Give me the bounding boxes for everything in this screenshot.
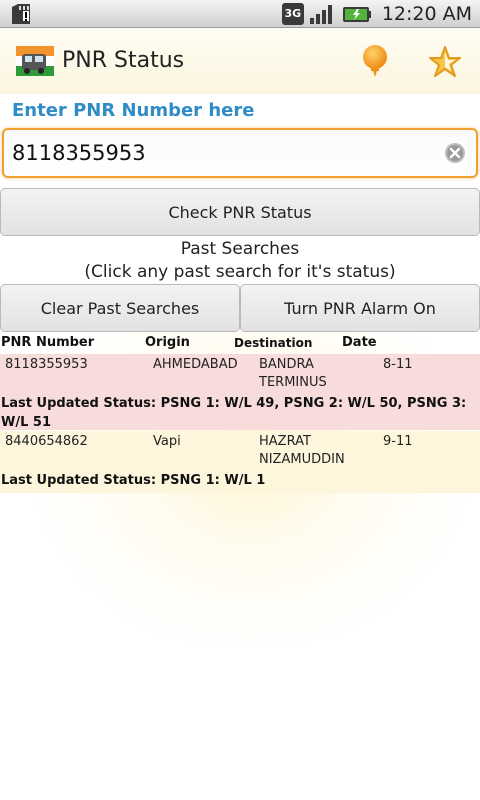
pnr-label: Enter PNR Number here	[12, 100, 255, 121]
network-3g-icon: 3G	[281, 3, 304, 25]
signal-strength-icon	[309, 5, 332, 24]
table-row[interactable]: 8118355953 AHMEDABAD BANDRA TERMINUS 8-1…	[0, 354, 480, 430]
row-date: 9-11	[383, 434, 413, 449]
row-status: Last Updated Status: PSNG 1: W/L 1	[1, 473, 266, 488]
sd-card-warning-icon	[12, 4, 30, 24]
row-pnr: 8440654862	[5, 434, 88, 449]
train-app-icon	[16, 46, 54, 76]
header-pnr: PNR Number	[1, 335, 95, 350]
header-destination: Destination	[234, 336, 313, 350]
row-pnr: 8118355953	[5, 357, 88, 372]
pnr-input[interactable]	[12, 138, 432, 168]
network-type-label: 3G	[284, 7, 302, 20]
battery-icon	[342, 7, 371, 22]
status-bar: 3G 12:20 AM	[0, 0, 480, 28]
row-destination-line2: NIZAMUDDIN	[259, 452, 345, 467]
past-searches-subtitle: (Click any past search for it's status)	[84, 262, 396, 282]
bulb-icon[interactable]	[360, 43, 390, 79]
clear-input-icon[interactable]	[444, 142, 466, 164]
app-title: PNR Status	[62, 48, 185, 73]
check-pnr-button[interactable]: Check PNR Status	[0, 188, 480, 236]
header-date: Date	[342, 335, 377, 350]
row-origin: AHMEDABAD	[153, 357, 238, 372]
title-bar: PNR Status	[0, 28, 480, 94]
past-searches-title: Past Searches	[180, 239, 300, 259]
header-origin: Origin	[145, 335, 190, 350]
row-origin: Vapi	[153, 434, 181, 449]
row-date: 8-11	[383, 357, 413, 372]
row-destination-line2: TERMINUS	[259, 375, 327, 390]
row-status: Last Updated Status: PSNG 1: W/L 49, PSN…	[1, 396, 467, 430]
row-destination-line1: HAZRAT	[259, 434, 311, 449]
pnr-input-container[interactable]	[2, 128, 478, 178]
row-destination-line1: BANDRA	[259, 357, 314, 372]
table-row[interactable]: 8440654862 Vapi HAZRAT NIZAMUDDIN 9-11 L…	[0, 431, 480, 493]
pnr-alarm-button[interactable]: Turn PNR Alarm On	[240, 284, 480, 332]
star-icon[interactable]	[428, 45, 462, 79]
clear-past-searches-button[interactable]: Clear Past Searches	[0, 284, 240, 332]
status-time: 12:20 AM	[381, 3, 472, 25]
table-header: PNR Number Origin Destination Date	[0, 335, 480, 353]
